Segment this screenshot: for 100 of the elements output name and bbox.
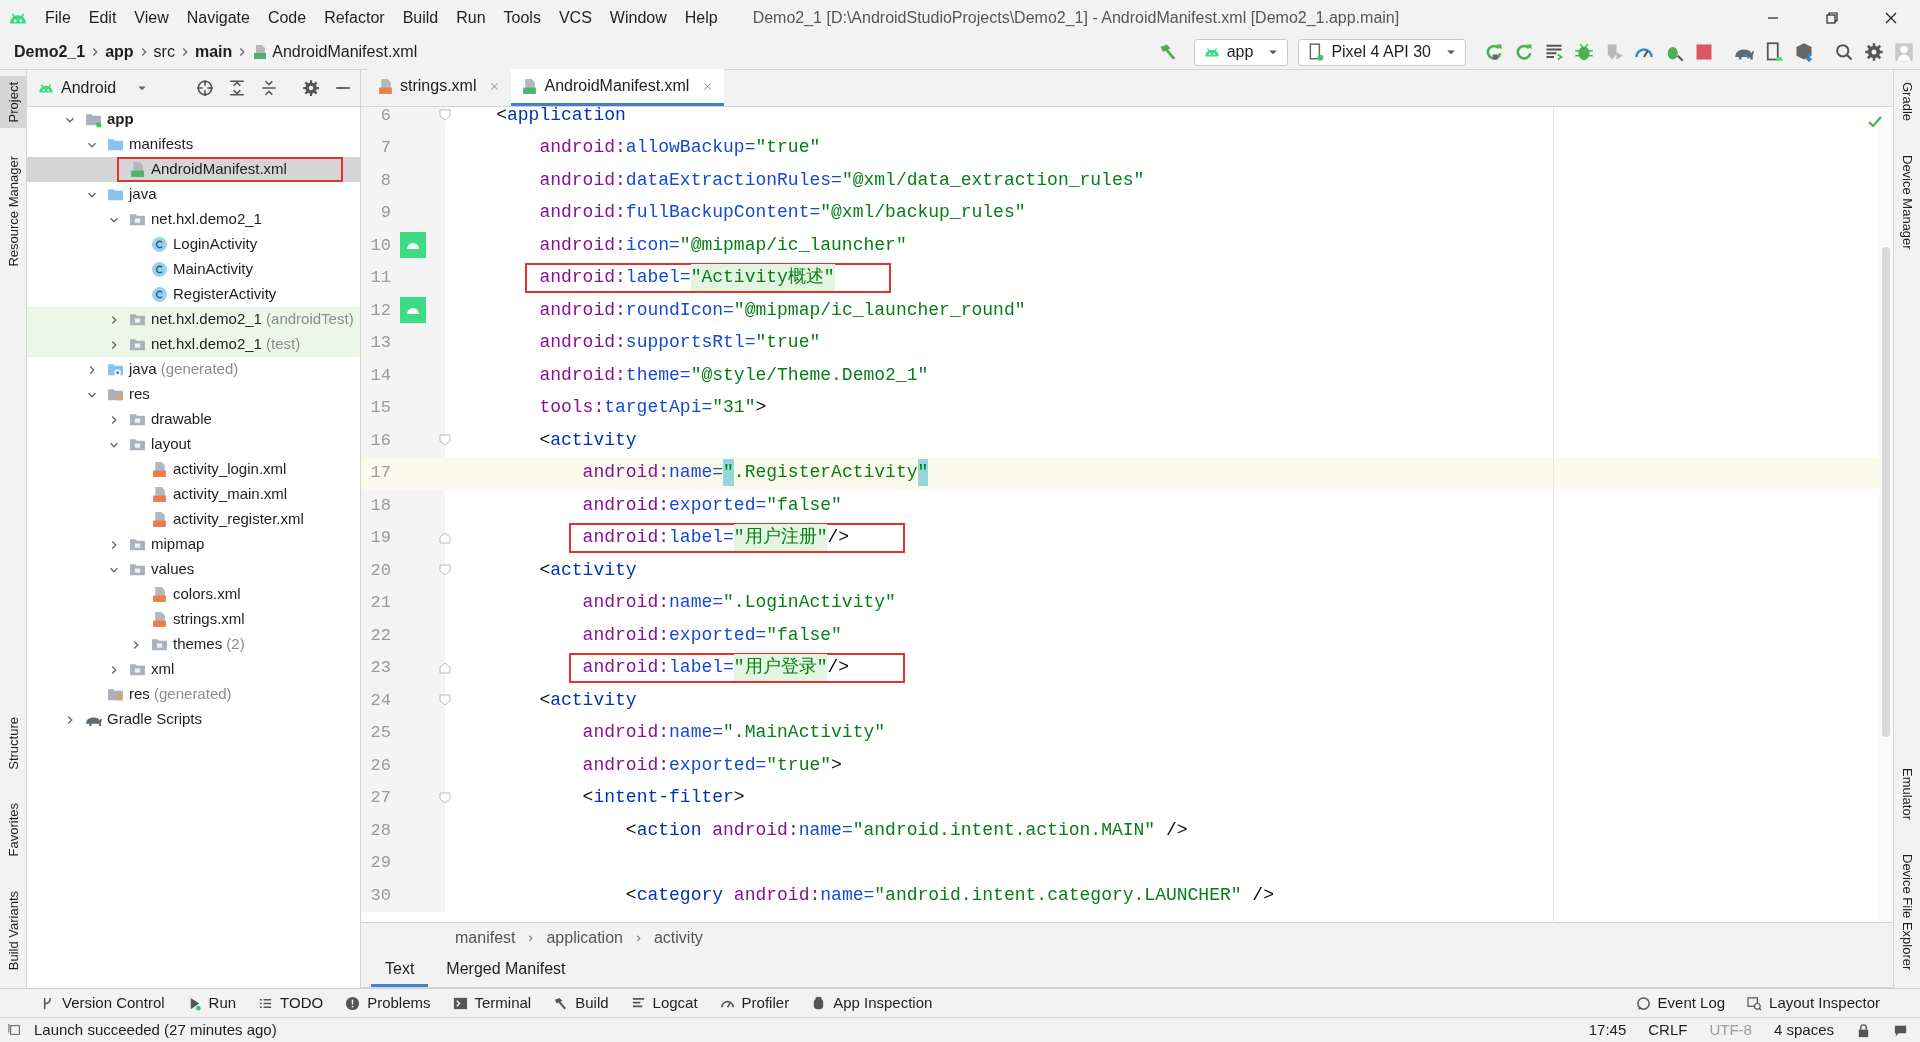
tool-window-tab[interactable]: Resource Manager xyxy=(0,150,27,274)
breadcrumb-item[interactable]: AndroidManifest.xml xyxy=(272,40,418,64)
tool-window-tab[interactable]: Device File Explorer xyxy=(1894,847,1920,976)
tool-window-tab[interactable]: Emulator xyxy=(1894,761,1920,826)
tool-window-button[interactable]: Layout Inspector xyxy=(1747,991,1880,1015)
tree-item[interactable]: res xyxy=(129,383,150,406)
menu-item[interactable]: Tools xyxy=(494,0,550,35)
tree-item[interactable]: net.hxl.demo2_1 xyxy=(151,208,262,231)
menu-item[interactable]: Help xyxy=(675,0,727,35)
tool-window-button[interactable]: Profiler xyxy=(719,991,790,1015)
tree-item[interactable]: MainActivity xyxy=(173,258,254,281)
fold-marker-icon[interactable] xyxy=(438,433,452,447)
menu-item[interactable]: Refactor xyxy=(315,0,394,35)
tool-window-button[interactable]: Logcat xyxy=(630,991,698,1015)
tree-item[interactable]: drawable xyxy=(151,408,212,431)
locate-icon[interactable] xyxy=(196,79,214,97)
tree-item[interactable]: RegisterActivity xyxy=(173,283,277,306)
breadcrumb-item[interactable]: manifest xyxy=(455,926,516,950)
tool-window-tab[interactable]: Project xyxy=(0,76,27,129)
rerun-icon[interactable] xyxy=(1484,42,1504,62)
tool-window-button[interactable]: Run xyxy=(186,991,237,1015)
line-number: 13 xyxy=(369,332,391,354)
tree-item[interactable]: mipmap xyxy=(151,533,205,556)
breadcrumb-item[interactable]: app xyxy=(105,40,134,64)
menu-item[interactable]: VCS xyxy=(549,0,601,35)
scrollbar-thumb[interactable] xyxy=(1882,247,1890,737)
tool-window-button[interactable]: Terminal xyxy=(452,991,532,1015)
phone-icon xyxy=(1307,43,1326,61)
search-icon[interactable] xyxy=(1834,42,1854,62)
tool-window-button[interactable]: App Inspection xyxy=(811,991,933,1015)
tree-item[interactable]: xml xyxy=(151,658,175,681)
speech-bubble-icon xyxy=(1635,995,1651,1011)
tree-item[interactable]: app xyxy=(107,108,134,131)
run-configuration-dropdown[interactable]: app xyxy=(1193,38,1289,66)
tree-item[interactable]: values xyxy=(151,558,195,581)
breadcrumb-item[interactable]: application xyxy=(546,926,623,950)
status-item[interactable]: 4 spaces xyxy=(1773,1018,1834,1042)
line-number: 19 xyxy=(369,527,391,549)
menu-item[interactable]: Run xyxy=(447,0,495,35)
stop-icon[interactable] xyxy=(1694,42,1714,62)
device-manager-icon[interactable] xyxy=(1764,42,1784,62)
fold-marker-icon[interactable] xyxy=(438,660,452,675)
tool-window-tab[interactable]: Device Manager xyxy=(1894,149,1920,256)
menu-item[interactable]: Build xyxy=(393,0,448,35)
settings-icon[interactable] xyxy=(302,79,320,97)
status-item[interactable]: 17:45 xyxy=(1588,1018,1627,1042)
tool-window-button[interactable]: Problems xyxy=(345,991,431,1015)
fold-marker-icon[interactable] xyxy=(438,790,452,805)
tree-item[interactable]: activity_register.xml xyxy=(173,508,304,531)
tree-item[interactable]: LoginActivity xyxy=(173,233,258,256)
tree-item[interactable]: strings.xml xyxy=(173,608,245,631)
tool-window-tab[interactable]: Gradle xyxy=(1894,76,1920,128)
tool-window-button[interactable]: Event Log xyxy=(1635,991,1726,1015)
breadcrumb-item[interactable]: Demo2_1 xyxy=(14,40,86,64)
menu-item[interactable]: View xyxy=(125,0,178,35)
breadcrumb-item[interactable]: main xyxy=(194,40,233,64)
menu-item[interactable]: Edit xyxy=(79,0,126,35)
editor-mode-tab[interactable]: Merged Manifest xyxy=(432,954,580,987)
breadcrumb-item[interactable]: src xyxy=(153,40,175,64)
menu-item[interactable]: File xyxy=(36,0,80,35)
tree-item[interactable]: activity_login.xml xyxy=(173,458,287,481)
menu-item[interactable]: Window xyxy=(600,0,676,35)
device-dropdown[interactable]: Pixel 4 API 30 xyxy=(1298,38,1466,66)
tree-item[interactable]: activity_main.xml xyxy=(173,483,288,506)
lock-icon[interactable] xyxy=(1856,1022,1871,1038)
fold-marker-icon[interactable] xyxy=(438,108,452,122)
editor-mode-tab[interactable]: Text xyxy=(371,954,429,987)
fold-marker-icon[interactable] xyxy=(438,530,452,545)
line-number: 15 xyxy=(369,397,391,419)
tree-item[interactable]: manifests xyxy=(129,133,194,156)
tree-item[interactable]: net.hxl.demo2_1 (test) xyxy=(151,333,301,356)
tool-window-button[interactable]: Build xyxy=(553,991,609,1015)
tool-window-button[interactable]: Version Control xyxy=(40,991,165,1015)
menu-item[interactable]: Code xyxy=(258,0,316,35)
panel-toggle-icon[interactable] xyxy=(8,1023,22,1037)
expand-all-icon[interactable] xyxy=(228,79,246,97)
breadcrumb-item[interactable]: activity xyxy=(653,926,703,950)
editor-tab[interactable]: AndroidManifest.xml xyxy=(511,69,725,106)
fold-marker-icon[interactable] xyxy=(438,563,452,577)
tree-item[interactable]: net.hxl.demo2_1 (androidTest) xyxy=(151,308,354,331)
collapse-all-icon[interactable] xyxy=(260,79,278,97)
tree-item[interactable]: layout xyxy=(151,433,192,456)
tree-item[interactable]: AndroidManifest.xml xyxy=(151,158,287,181)
tool-window-button[interactable]: TODO xyxy=(258,991,324,1015)
settings-icon[interactable] xyxy=(1864,42,1884,62)
status-item[interactable]: CRLF xyxy=(1648,1018,1688,1042)
tool-window-tab[interactable]: Favorites xyxy=(0,797,27,863)
fold-marker-icon[interactable] xyxy=(438,693,452,707)
menu-item[interactable]: Navigate xyxy=(177,0,259,35)
code-line: android:theme="@style/Theme.Demo2_1" xyxy=(539,363,929,387)
restore-icon[interactable] xyxy=(1823,9,1840,26)
tree-item[interactable]: themes (2) xyxy=(173,633,245,656)
tree-item[interactable]: Gradle Scripts xyxy=(107,708,203,731)
tree-item[interactable]: java xyxy=(129,183,157,206)
tool-window-tab[interactable]: Build Variants xyxy=(0,884,27,976)
tree-item[interactable]: colors.xml xyxy=(173,583,241,606)
tree-item[interactable]: java (generated) xyxy=(129,358,239,381)
folder-icon xyxy=(129,411,146,428)
tree-item[interactable]: res (generated) xyxy=(129,683,232,706)
tool-window-tab[interactable]: Structure xyxy=(0,710,27,776)
